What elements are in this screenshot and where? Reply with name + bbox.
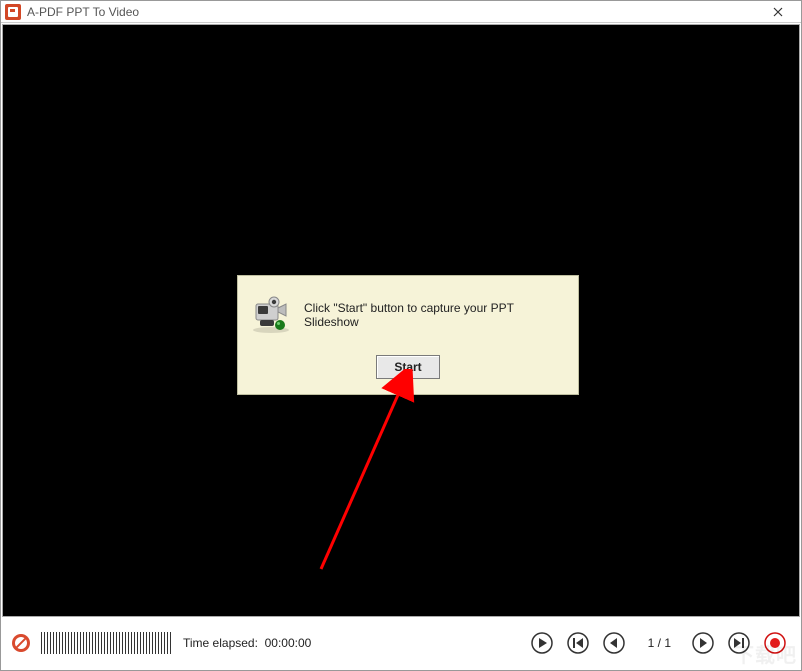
next-icon [692,632,714,654]
title-bar: A-PDF PPT To Video [1,1,801,23]
annotation-arrow [303,369,463,589]
record-icon [764,632,786,654]
prev-icon [603,632,625,654]
close-button[interactable] [757,2,799,22]
record-disabled-icon [9,631,33,655]
first-button[interactable] [567,631,591,655]
play-icon [531,632,553,654]
last-button[interactable] [728,631,752,655]
prev-button[interactable] [603,631,627,655]
time-value: 00:00:00 [265,636,312,650]
start-dialog: Click "Start" button to capture your PPT… [237,275,579,395]
close-icon [773,7,783,17]
app-icon [5,4,21,20]
status-bar: Time elapsed: 00:00:00 1 / 1 [1,617,801,669]
preview-area: Click "Start" button to capture your PPT… [3,25,799,616]
record-button[interactable] [764,631,788,655]
page-count: 1 / 1 [648,636,671,650]
camcorder-icon [250,290,292,339]
time-label-text: Time elapsed: [183,636,258,650]
preview-frame: Click "Start" button to capture your PPT… [2,24,800,617]
time-elapsed-label: Time elapsed: 00:00:00 [183,636,311,650]
first-icon [567,632,589,654]
start-button[interactable]: Start [376,355,440,379]
play-button[interactable] [531,631,555,655]
dialog-message: Click "Start" button to capture your PPT… [304,301,566,329]
timeline-ticks [41,632,171,654]
app-window: A-PDF PPT To Video [0,0,802,671]
next-button[interactable] [692,631,716,655]
last-icon [728,632,750,654]
window-title: A-PDF PPT To Video [27,5,757,19]
